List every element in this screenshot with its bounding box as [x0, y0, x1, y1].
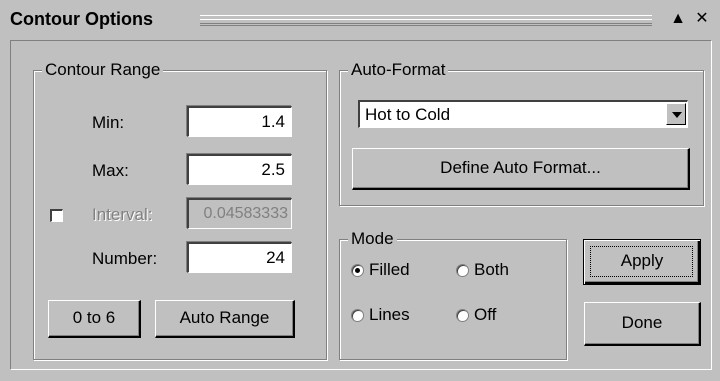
mode-both-label[interactable]: Both	[474, 260, 509, 280]
zero-to-six-button[interactable]: 0 to 6	[48, 300, 141, 338]
mode-filled-radio[interactable]	[351, 264, 364, 277]
zero-to-six-button-label: 0 to 6	[72, 308, 116, 327]
define-auto-format-button-label: Define Auto Format...	[440, 158, 601, 177]
apply-button[interactable]: Apply	[583, 239, 701, 285]
auto-range-button[interactable]: Auto Range	[155, 300, 295, 338]
number-label: Number:	[92, 249, 158, 268]
mode-off-label[interactable]: Off	[474, 305, 496, 325]
contour-range-group: Contour Range Min: 1.4 Max: 2.5 Interval…	[33, 60, 327, 360]
auto-format-group: Auto-Format Hot to Cold Define Auto Form…	[339, 60, 704, 206]
dialog-body: Contour Range Min: 1.4 Max: 2.5 Interval…	[10, 40, 712, 370]
dropdown-arrow-icon[interactable]	[666, 103, 686, 125]
auto-format-select[interactable]: Hot to Cold	[358, 100, 688, 128]
title-bar[interactable]: Contour Options ▲ ✕	[0, 0, 720, 40]
done-button[interactable]: Done	[584, 302, 701, 346]
mode-label: Mode	[348, 229, 397, 249]
collapse-icon[interactable]: ▲	[668, 8, 688, 30]
number-field[interactable]: 24	[187, 242, 292, 273]
auto-range-button-label: Auto Range	[179, 308, 270, 327]
define-auto-format-button[interactable]: Define Auto Format...	[352, 148, 690, 190]
max-field[interactable]: 2.5	[187, 154, 292, 185]
contour-options-window: Contour Options ▲ ✕ Contour Range Min: 1…	[0, 0, 720, 381]
mode-group: Mode Filled Both Lines Off	[339, 229, 567, 360]
interval-checkbox[interactable]	[50, 209, 63, 222]
title-grip[interactable]	[200, 15, 652, 26]
close-icon[interactable]: ✕	[692, 8, 712, 30]
interval-field: 0.04583333	[187, 198, 292, 229]
mode-filled-label[interactable]: Filled	[369, 260, 410, 280]
apply-button-label: Apply	[620, 251, 664, 270]
min-field[interactable]: 1.4	[187, 106, 292, 137]
auto-format-selected: Hot to Cold	[365, 105, 451, 124]
mode-lines-label[interactable]: Lines	[369, 305, 410, 325]
contour-range-label: Contour Range	[42, 60, 164, 80]
max-label: Max:	[92, 161, 129, 180]
mode-both-radio[interactable]	[456, 264, 469, 277]
min-label: Min:	[92, 113, 125, 132]
window-title: Contour Options	[10, 9, 161, 30]
mode-off-radio[interactable]	[456, 309, 469, 322]
done-button-label: Done	[621, 313, 663, 332]
mode-lines-radio[interactable]	[351, 309, 364, 322]
interval-label: Interval:	[92, 205, 153, 224]
auto-format-label: Auto-Format	[348, 60, 449, 80]
